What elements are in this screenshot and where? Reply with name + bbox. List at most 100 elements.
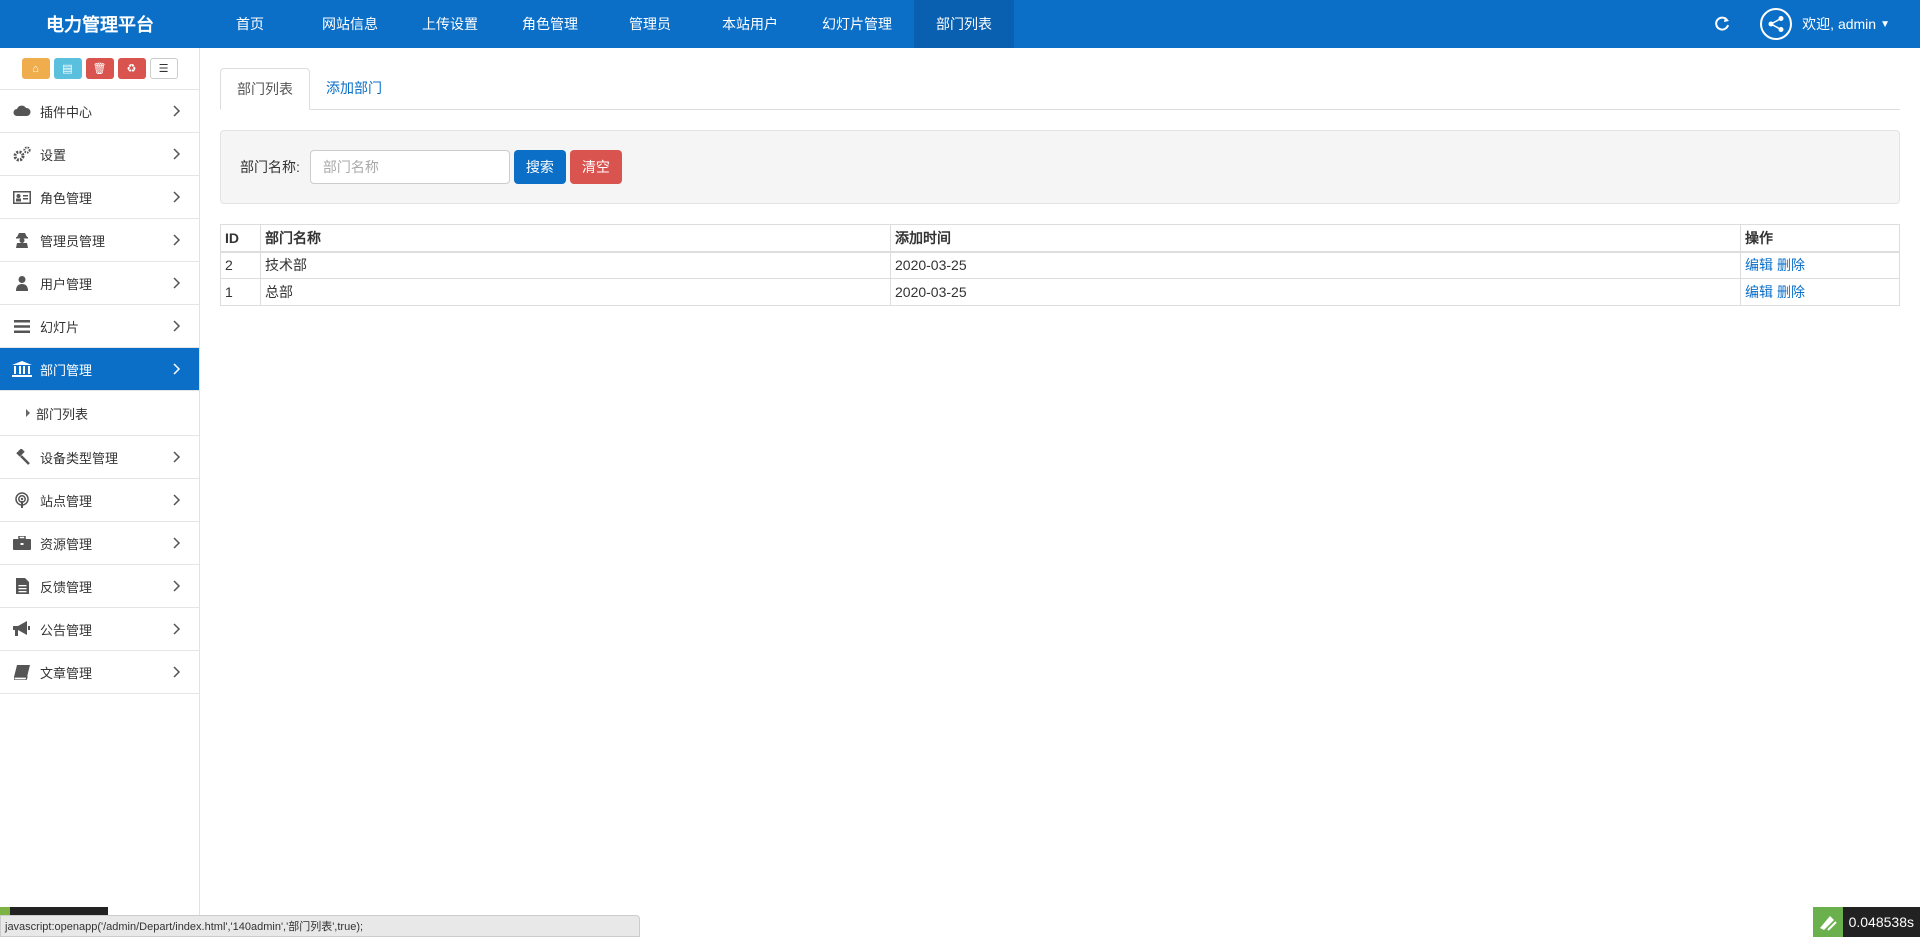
gavel-icon: [12, 449, 32, 465]
sidebar-item-plugins[interactable]: 插件中心: [0, 90, 199, 133]
chevron-right-icon: [173, 148, 181, 160]
nav-slideshow-management[interactable]: 幻灯片管理: [800, 0, 914, 48]
chevron-right-icon: [173, 320, 181, 332]
bullhorn-icon: [12, 621, 32, 637]
chevron-right-icon: [173, 494, 181, 506]
sidebar-item-resource-management[interactable]: 资源管理: [0, 522, 199, 565]
cell-name: 总部: [260, 278, 891, 306]
sidebar-item-label: 角色管理: [40, 190, 93, 206]
user-secret-icon: [12, 232, 32, 248]
sidebar-item-label: 文章管理: [40, 665, 93, 681]
table-row: 2 技术部 2020-03-25 编辑 删除: [220, 251, 1900, 279]
cell-actions: 编辑 删除: [1740, 278, 1900, 306]
sidebar-item-label: 反馈管理: [40, 579, 93, 595]
debug-strip: [0, 907, 108, 915]
sidebar-item-user-management[interactable]: 用户管理: [0, 262, 199, 305]
nav-home[interactable]: 首页: [200, 0, 300, 48]
chevron-right-icon: [173, 363, 181, 375]
nav-admins[interactable]: 管理员: [600, 0, 700, 48]
sidebar-item-role-management[interactable]: 角色管理: [0, 176, 199, 219]
nav-upload-settings[interactable]: 上传设置: [400, 0, 500, 48]
clear-button[interactable]: 清空: [569, 150, 622, 184]
sidebar-item-feedback-management[interactable]: 反馈管理: [0, 565, 199, 608]
edit-link[interactable]: 编辑: [1745, 257, 1773, 273]
home-icon[interactable]: ⌂: [21, 58, 50, 79]
chevron-right-icon: [173, 580, 181, 592]
trash-icon[interactable]: 🗑: [85, 58, 114, 79]
sidebar-subitem-department-list[interactable]: 部门列表: [0, 391, 199, 436]
sidebar-item-label: 管理员管理: [40, 233, 106, 249]
list-icon[interactable]: ☰: [149, 58, 178, 79]
sidebar-shortcuts: ⌂ ▤ 🗑 ♻ ☰: [0, 48, 199, 90]
edit-link[interactable]: 编辑: [1745, 284, 1773, 300]
refresh-icon[interactable]: [1712, 14, 1732, 34]
page-trace-timer[interactable]: 0.048538s: [1812, 907, 1920, 937]
search-label: 部门名称:: [240, 159, 300, 175]
department-name-input[interactable]: [309, 150, 510, 184]
tab-department-list[interactable]: 部门列表: [220, 68, 310, 110]
sidebar-item-slideshow[interactable]: 幻灯片: [0, 305, 199, 348]
delete-link[interactable]: 删除: [1777, 257, 1805, 273]
cell-id: 2: [220, 251, 261, 279]
cell-added-time: 2020-03-25: [890, 251, 1741, 279]
welcome-user-menu[interactable]: 欢迎, admin: [1802, 14, 1876, 34]
nav-user-area: 欢迎, admin ▼: [1712, 0, 1890, 48]
podcast-icon: [12, 492, 32, 508]
column-header-added-time: 添加时间: [890, 224, 1741, 253]
debug-strip-indicator: [0, 907, 10, 915]
top-nav-links: 首页 网站信息 上传设置 角色管理 管理员 本站用户 幻灯片管理 部门列表: [200, 0, 1014, 48]
chevron-right-icon: [173, 234, 181, 246]
chevron-right-icon: [173, 666, 181, 678]
sidebar-item-settings[interactable]: 设置: [0, 133, 199, 176]
chevron-right-icon: [173, 537, 181, 549]
bank-icon: [12, 361, 32, 377]
id-card-icon: [12, 189, 32, 205]
nav-role-management[interactable]: 角色管理: [500, 0, 600, 48]
chevron-right-icon: [173, 623, 181, 635]
department-table: ID 部门名称 添加时间 操作 2 技术部 2020-03-25 编辑 删除 1 …: [220, 224, 1900, 306]
avatar[interactable]: [1760, 8, 1793, 40]
sidebar-item-article-management[interactable]: 文章管理: [0, 651, 199, 694]
sidebar-item-admin-management[interactable]: 管理员管理: [0, 219, 199, 262]
sidebar-item-label: 公告管理: [40, 622, 93, 638]
nav-site-users[interactable]: 本站用户: [700, 0, 800, 48]
chevron-right-icon: [173, 451, 181, 463]
column-header-actions: 操作: [1740, 224, 1900, 253]
sidebar-item-label: 站点管理: [40, 493, 93, 509]
sidebar-item-label: 幻灯片: [40, 319, 80, 335]
column-header-name: 部门名称: [260, 224, 891, 253]
delete-link[interactable]: 删除: [1777, 284, 1805, 300]
table-row: 1 总部 2020-03-25 编辑 删除: [220, 278, 1900, 306]
share-alt-icon: [1768, 16, 1784, 32]
browser-status-bar: javascript:openapp('/admin/Depart/index.…: [0, 915, 640, 937]
sidebar-item-device-type-management[interactable]: 设备类型管理: [0, 436, 199, 479]
nav-site-info[interactable]: 网站信息: [300, 0, 400, 48]
top-navbar: 电力管理平台 首页 网站信息 上传设置 角色管理 管理员 本站用户 幻灯片管理 …: [0, 0, 1920, 48]
briefcase-icon: [12, 535, 32, 551]
nav-department-list[interactable]: 部门列表: [914, 0, 1014, 48]
search-button[interactable]: 搜索: [513, 150, 566, 184]
sidebar-item-label: 部门管理: [40, 362, 93, 378]
cloud-icon: [12, 103, 32, 119]
column-header-id: ID: [220, 224, 261, 253]
tab-add-department[interactable]: 添加部门: [310, 67, 398, 109]
recycle-icon[interactable]: ♻: [117, 58, 146, 79]
sidebar-subitem-label: 部门列表: [36, 406, 89, 422]
table-header-row: ID 部门名称 添加时间 操作: [220, 224, 1900, 253]
caret-down-icon[interactable]: ▼: [1880, 19, 1890, 30]
sidebar-item-label: 设备类型管理: [40, 450, 119, 466]
sidebar-item-label: 设置: [40, 147, 67, 163]
caret-right-icon: [26, 409, 30, 417]
chevron-right-icon: [173, 105, 181, 117]
sidebar-item-site-management[interactable]: 站点管理: [0, 479, 199, 522]
main-content: 部门列表 添加部门 部门名称: 搜索 清空 ID 部门名称 添加时间 操作 2 …: [220, 48, 1900, 306]
thinkphp-logo-icon: [1812, 907, 1843, 937]
content-tabs: 部门列表 添加部门: [220, 68, 1900, 110]
sidebar-item-department-management[interactable]: 部门管理: [0, 348, 199, 391]
bars-icon: [12, 318, 32, 334]
search-form: 部门名称: 搜索 清空: [220, 130, 1900, 204]
gears-icon: [12, 146, 32, 162]
sidebar-item-announcement-management[interactable]: 公告管理: [0, 608, 199, 651]
brand-title[interactable]: 电力管理平台: [0, 11, 200, 37]
file-icon[interactable]: ▤: [53, 58, 82, 79]
